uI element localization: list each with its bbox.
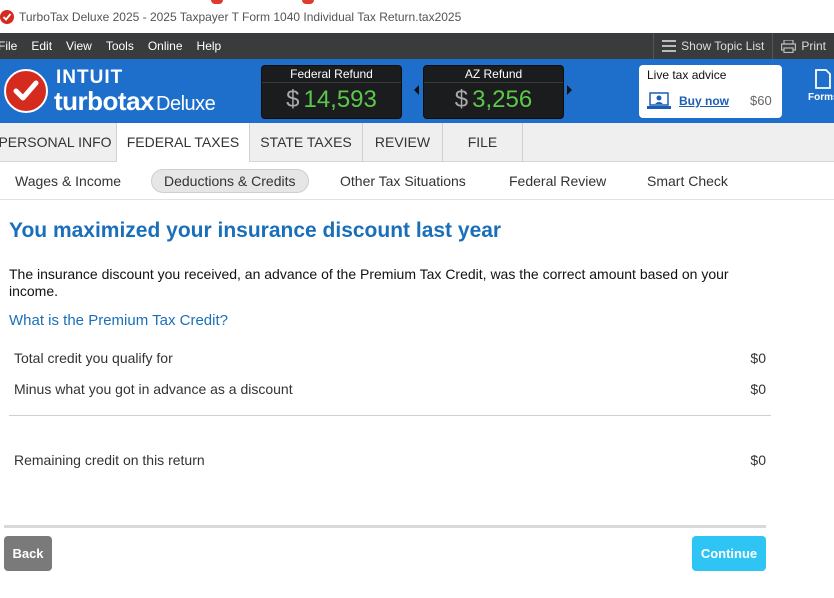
main-tabs: PERSONAL INFO FEDERAL TAXES STATE TAXES … bbox=[0, 123, 834, 163]
footer-divider bbox=[4, 525, 766, 528]
tab-file[interactable]: FILE bbox=[443, 123, 523, 162]
live-tax-advice-panel: Live tax advice Buy now $60 bbox=[639, 65, 782, 118]
menu-help[interactable]: Help bbox=[197, 39, 222, 53]
turbotax-logo-icon bbox=[4, 69, 48, 113]
menu-bar: File Edit View Tools Online Help Show To… bbox=[0, 33, 834, 59]
app-header: INTUIT turbotax Deluxe Federal Refund $14… bbox=[0, 59, 834, 123]
state-refund-label: AZ Refund bbox=[424, 66, 563, 83]
window-title-bar: TurboTax Deluxe 2025 - 2025 Taxpayer T F… bbox=[0, 0, 834, 33]
federal-refund-currency: $ bbox=[286, 86, 300, 113]
edition-name: Deluxe bbox=[156, 93, 216, 115]
list-icon bbox=[662, 40, 677, 52]
credit-row-amount: $0 bbox=[750, 350, 766, 366]
state-refund-currency: $ bbox=[454, 86, 469, 113]
print-label: Print bbox=[801, 39, 826, 53]
state-refund-meter[interactable]: AZ Refund $3,256 bbox=[423, 65, 564, 119]
page-title: You maximized your insurance discount la… bbox=[9, 219, 502, 242]
subtab-wages-income[interactable]: Wages & Income bbox=[3, 169, 133, 193]
menu-file[interactable]: File bbox=[0, 39, 17, 53]
live-tax-advice-label: Live tax advice bbox=[647, 68, 727, 82]
menu-view[interactable]: View bbox=[66, 39, 92, 53]
tab-indicator-icon bbox=[211, 0, 223, 4]
sub-tabs: Wages & Income Deductions & Credits Othe… bbox=[0, 162, 834, 200]
forms-button[interactable]: Forms bbox=[808, 69, 834, 103]
tab-state-taxes[interactable]: STATE TAXES bbox=[250, 123, 363, 162]
credit-row-label: Remaining credit on this return bbox=[14, 452, 205, 468]
tab-indicator-icon bbox=[302, 0, 314, 4]
buy-now-link[interactable]: Buy now bbox=[679, 94, 729, 108]
federal-refund-label: Federal Refund bbox=[262, 66, 401, 83]
turbotax-brand: turbotax Deluxe bbox=[54, 86, 216, 117]
credit-row-amount: $0 bbox=[750, 381, 766, 397]
laptop-expert-icon bbox=[647, 91, 671, 116]
credit-row-label: Total credit you qualify for bbox=[14, 350, 173, 366]
credit-row: Remaining credit on this return $0 bbox=[14, 452, 766, 468]
state-refund-amount: $3,256 bbox=[424, 83, 563, 117]
divider bbox=[9, 415, 771, 416]
tab-personal-info[interactable]: PERSONAL INFO bbox=[0, 123, 117, 162]
credit-row-amount: $0 bbox=[750, 452, 766, 468]
credit-row: Total credit you qualify for $0 bbox=[14, 350, 766, 366]
show-topic-list-label: Show Topic List bbox=[681, 39, 765, 53]
federal-refund-meter[interactable]: Federal Refund $14,593 bbox=[261, 65, 402, 119]
federal-refund-amount: $14,593 bbox=[262, 83, 401, 117]
state-refund-value: 3,256 bbox=[472, 86, 533, 113]
credit-row-label: Minus what you got in advance as a disco… bbox=[14, 381, 293, 397]
window-title: TurboTax Deluxe 2025 - 2025 Taxpayer T F… bbox=[19, 9, 462, 24]
page-description: The insurance discount you received, an … bbox=[9, 266, 729, 299]
menu-edit[interactable]: Edit bbox=[31, 39, 52, 53]
premium-tax-credit-link[interactable]: What is the Premium Tax Credit? bbox=[9, 312, 228, 329]
tab-review[interactable]: REVIEW bbox=[363, 123, 443, 162]
subtab-smart-check[interactable]: Smart Check bbox=[635, 169, 740, 193]
print-button[interactable]: Print bbox=[772, 33, 834, 59]
continue-button[interactable]: Continue bbox=[692, 536, 766, 571]
refund-next-arrow-icon[interactable] bbox=[567, 85, 572, 95]
credit-row: Minus what you got in advance as a disco… bbox=[14, 381, 766, 397]
subtab-other-tax-situations[interactable]: Other Tax Situations bbox=[328, 169, 478, 193]
show-topic-list-button[interactable]: Show Topic List bbox=[653, 33, 772, 59]
menu-tools[interactable]: Tools bbox=[106, 39, 134, 53]
forms-label: Forms bbox=[808, 92, 834, 103]
product-name: turbotax bbox=[54, 86, 155, 116]
forms-icon bbox=[815, 69, 831, 89]
advice-price: $60 bbox=[750, 93, 772, 108]
menu-online[interactable]: Online bbox=[148, 39, 183, 53]
turbotax-app-icon bbox=[0, 9, 14, 24]
subtab-deductions-credits[interactable]: Deductions & Credits bbox=[151, 169, 309, 193]
back-button[interactable]: Back bbox=[4, 536, 52, 571]
tab-federal-taxes[interactable]: FEDERAL TAXES bbox=[117, 123, 250, 163]
federal-refund-value: 14,593 bbox=[303, 86, 377, 113]
printer-icon bbox=[781, 39, 797, 53]
refund-prev-arrow-icon[interactable] bbox=[414, 85, 419, 95]
subtab-federal-review[interactable]: Federal Review bbox=[497, 169, 618, 193]
